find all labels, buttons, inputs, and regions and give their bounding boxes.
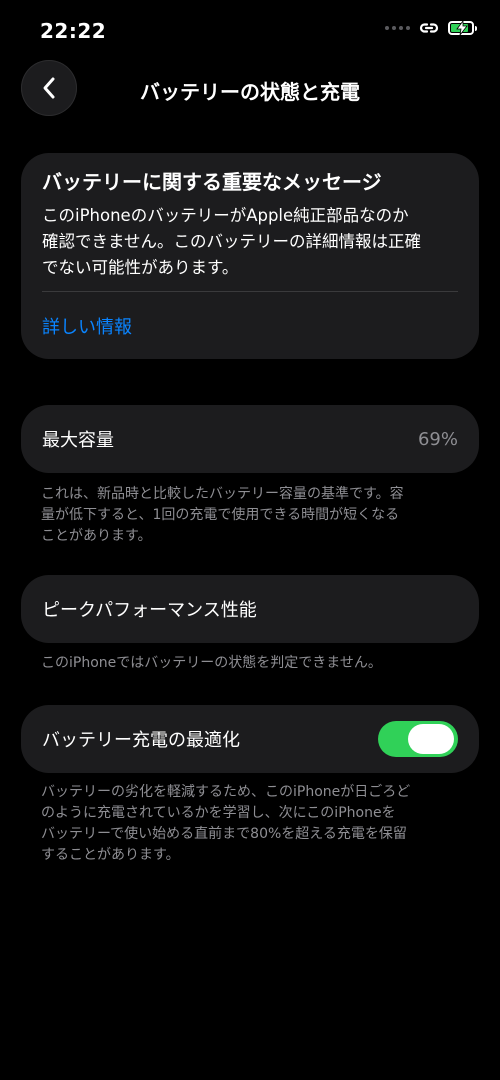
- navigation-bar: バッテリーの状態と充電: [0, 60, 500, 118]
- charging-bolt-icon: [456, 21, 468, 35]
- link-icon: [419, 23, 439, 33]
- status-time: 22:22: [40, 19, 107, 43]
- peak-performance-footnote: このiPhoneではバッテリーの状態を判定できません。: [41, 655, 382, 671]
- divider: [42, 291, 458, 292]
- footnote-line: のように充電されているかを学習し、次にこのiPhoneを: [41, 805, 396, 821]
- max-capacity-label: 最大容量: [42, 430, 114, 451]
- footnote-line: バッテリーで使い始める直前まで80%を超える充電を保留: [41, 826, 407, 842]
- max-capacity-footnote: これは、新品時と比較したバッテリー容量の基準です。容 量が低下すると、1回の充電…: [41, 484, 466, 547]
- status-indicators: [385, 20, 477, 36]
- peak-performance-row: ピークパフォーマンス性能: [21, 575, 479, 643]
- peak-performance-label: ピークパフォーマンス性能: [42, 600, 257, 621]
- toggle-knob: [408, 724, 454, 754]
- optimized-charging-footnote: バッテリーの劣化を軽減するため、このiPhoneが日ごろど のように充電されてい…: [41, 782, 466, 866]
- footnote-line: することがあります。: [41, 847, 180, 863]
- footnote-line: バッテリーの劣化を軽減するため、このiPhoneが日ごろど: [41, 784, 411, 800]
- message-line: でない可能性があります。: [42, 258, 239, 277]
- footnote-line: 量が低下すると、1回の充電で使用できる時間が短くなる: [41, 507, 400, 523]
- status-bar: 22:22: [0, 0, 500, 64]
- max-capacity-row: 最大容量 69%: [21, 405, 479, 473]
- battery-message-card: バッテリーに関する重要なメッセージ このiPhoneのバッテリーがApple純正…: [21, 153, 479, 359]
- message-line: このiPhoneのバッテリーがApple純正部品なのか: [42, 206, 409, 225]
- message-title: バッテリーに関する重要なメッセージ: [42, 170, 382, 194]
- page-title: バッテリーの状態と充電: [140, 80, 360, 104]
- signal-dots-icon: [385, 26, 410, 30]
- footnote-line: ことがあります。: [41, 528, 152, 544]
- message-body: このiPhoneのバッテリーがApple純正部品なのか 確認できません。このバッ…: [42, 203, 458, 281]
- message-line: 確認できません。このバッテリーの詳細情報は正確: [42, 232, 422, 251]
- battery-icon: [448, 21, 477, 35]
- max-capacity-value: 69%: [417, 428, 458, 450]
- learn-more-link[interactable]: 詳しい情報: [42, 313, 132, 339]
- footnote-line: これは、新品時と比較したバッテリー容量の基準です。容: [41, 486, 404, 502]
- optimized-charging-label: バッテリー充電の最適化: [42, 730, 240, 751]
- optimized-charging-row: バッテリー充電の最適化: [21, 705, 479, 773]
- optimized-charging-toggle[interactable]: [378, 721, 458, 757]
